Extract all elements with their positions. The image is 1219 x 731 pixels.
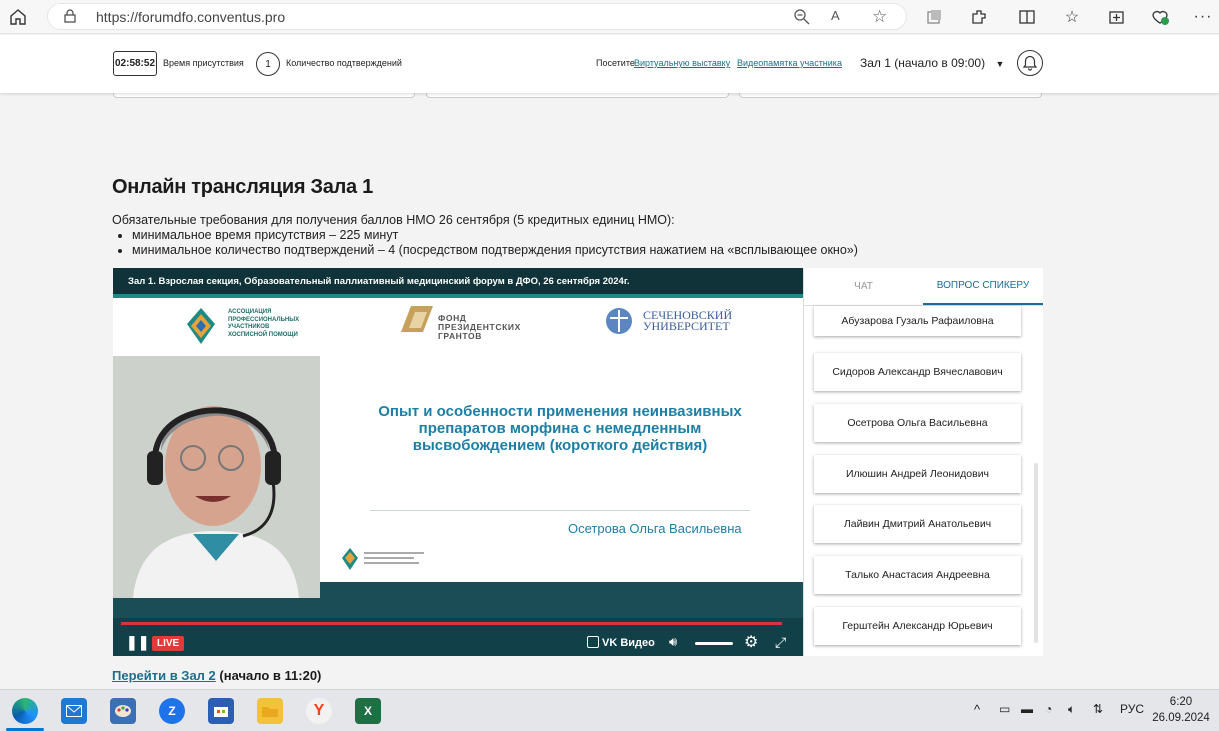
requirements-intro: Обязательные требования для получения ба… [112, 213, 675, 227]
extensions-icon[interactable] [967, 5, 991, 29]
hall2-note: (начало в 11:20) [215, 668, 322, 683]
zoom-app-icon[interactable]: Z [159, 698, 185, 724]
browser-toolbar: https://forumdfo.conventus.pro A ☆ ☆ ··· [0, 0, 1219, 34]
paint-icon[interactable] [110, 698, 136, 724]
yandex-browser-icon[interactable]: Y [306, 698, 332, 724]
clock-date: 26.09.2024 [1152, 712, 1210, 724]
progress-bar[interactable] [121, 622, 782, 625]
settings-gear-icon[interactable]: ⚙ [744, 632, 758, 652]
browser-health-icon[interactable] [1148, 5, 1172, 29]
volume-slider[interactable] [695, 642, 733, 645]
video-guide-link[interactable]: Видеопамятка участника [737, 58, 842, 68]
edge-browser-icon[interactable] [12, 698, 38, 724]
live-badge: LIVE [152, 636, 185, 651]
hall2-line: Перейти в Зал 2 (начало в 11:20) [112, 668, 321, 683]
speaker-item[interactable]: Герштейн Александр Юрьевич [814, 607, 1021, 645]
volume-icon[interactable]: 🔊︎ [669, 634, 677, 650]
meet-icon[interactable]: ▭ [999, 702, 1010, 716]
store-icon[interactable] [208, 698, 234, 724]
tab-collections-icon[interactable] [1105, 5, 1129, 29]
speaker-camera [113, 356, 320, 598]
visit-prefix: Посетите [596, 58, 635, 68]
mail-icon[interactable] [61, 698, 87, 724]
video-player[interactable]: Зал 1. Взрослая секция, Образовательный … [113, 268, 803, 656]
pause-icon[interactable]: ❚❚ [126, 634, 149, 651]
collections-icon[interactable] [922, 5, 946, 29]
webpage: 02:58:52 Время присутствия 1 Количество … [0, 35, 1219, 689]
language-indicator[interactable]: РУС [1120, 702, 1144, 716]
speaker-item[interactable]: Илюшин Андрей Леонидович [814, 455, 1021, 493]
requirements: Обязательные требования для получения ба… [112, 213, 858, 258]
hall2-link[interactable]: Перейти в Зал 2 [112, 668, 216, 683]
tab-speaker-question[interactable]: ВОПРОС СПИКЕРУ [923, 268, 1043, 305]
requirement-item: минимальное время присутствия – 225 мину… [132, 228, 858, 243]
association-logo-icon [187, 308, 215, 344]
speaker-item[interactable]: Осетрова Ольга Васильевна [814, 404, 1021, 442]
speaker-item[interactable]: Талько Анастасия Андреевна [814, 556, 1021, 594]
clock[interactable]: 6:20 26.09.2024 [1152, 694, 1210, 726]
confirm-label: Количество подтверждений [286, 58, 402, 68]
split-screen-icon[interactable] [1015, 5, 1039, 29]
network-status-icon[interactable]: ⇅ [1093, 702, 1103, 716]
read-aloud-icon[interactable]: A [831, 8, 840, 23]
favorite-star-icon[interactable]: ☆ [872, 7, 887, 27]
speaker-item[interactable]: Лайвин Дмитрий Анатольевич [814, 505, 1021, 543]
home-icon[interactable] [6, 5, 30, 29]
speaker-portrait [113, 356, 320, 598]
grants-logo-icon [401, 306, 433, 332]
bell-icon[interactable] [1017, 50, 1043, 76]
hall-select[interactable]: Зал 1 (начало в 09:00) ▼ [860, 56, 1004, 70]
association-logo-small-icon [342, 548, 424, 570]
slide-author: Осетрова Ольга Васильевна [568, 521, 742, 536]
logo-sechenov-text: СЕЧЕНОВСКИЙ УНИВЕРСИТЕТ [643, 308, 733, 333]
scrollbar[interactable] [1034, 463, 1038, 643]
volume-muted-icon[interactable]: 🔈︎ [1068, 702, 1075, 717]
hall-select-value: Зал 1 (начало в 09:00) [860, 56, 986, 70]
vk-video-label: VK Видео [602, 637, 655, 649]
more-menu-icon[interactable]: ··· [1191, 5, 1215, 29]
address-bar[interactable]: https://forumdfo.conventus.pro A ☆ [47, 3, 907, 30]
vk-video-logo[interactable]: VK Видео [587, 636, 655, 649]
vk-logo-icon [587, 636, 599, 648]
battery-icon[interactable]: ▬ [1021, 702, 1033, 716]
url-text[interactable]: https://forumdfo.conventus.pro [96, 9, 285, 25]
chevron-down-icon: ▼ [995, 59, 1005, 69]
taskbar: Z Y X ^ ▭ ▬ ◔ 🔈︎ ⇅ РУС 6:20 26.09.2024 [0, 689, 1219, 731]
video-title: Зал 1. Взрослая секция, Образовательный … [113, 268, 803, 294]
lock-icon[interactable] [64, 9, 76, 28]
tab-chat[interactable]: ЧАТ [804, 268, 923, 305]
clock-time: 6:20 [1169, 696, 1193, 708]
logo-grants-text: ФОНД ПРЕЗИДЕНТСКИХ ГРАНТОВ [438, 313, 521, 341]
zoom-out-icon[interactable] [793, 8, 811, 31]
excel-icon[interactable]: X [355, 698, 381, 724]
requirement-item: минимальное количество подтверждений – 4… [132, 243, 858, 258]
wifi-icon[interactable]: ◔ [1045, 702, 1052, 716]
speaker-item[interactable]: Сидоров Александр Вячеславович [814, 353, 1021, 391]
presentation-slide: Опыт и особенности применения неинвазивн… [320, 356, 803, 582]
logo-association-text: АССОЦИАЦИЯ ПРОФЕССИОНАЛЬНЫХ УЧАСТНИКОВ Х… [228, 309, 300, 338]
confirm-count: 1 [256, 52, 280, 76]
sechenov-logo-icon [606, 308, 632, 334]
chevron-up-icon[interactable]: ^ [974, 702, 980, 717]
presence-label: Время присутствия [163, 58, 244, 68]
page-title: Онлайн трансляция Зала 1 [112, 176, 373, 198]
slide-title: Опыт и особенности применения неинвазивн… [378, 403, 742, 454]
logos-strip: АССОЦИАЦИЯ ПРОФЕССИОНАЛЬНЫХ УЧАСТНИКОВ Х… [113, 294, 803, 356]
presence-timer: 02:58:52 [113, 51, 157, 76]
fullscreen-icon[interactable]: ⤢ [775, 634, 786, 651]
speaker-item[interactable]: Абузарова Гузаль Рафаиловна [814, 306, 1021, 336]
page-header: 02:58:52 Время присутствия 1 Количество … [0, 35, 1219, 93]
favorites-icon[interactable]: ☆ [1060, 5, 1084, 29]
side-panel: ЧАТ ВОПРОС СПИКЕРУ Абузарова Гузаль Рафа… [803, 268, 1043, 656]
slide-divider [370, 510, 750, 511]
folder-icon[interactable] [257, 698, 283, 724]
virtual-expo-link[interactable]: Виртуальную выставку [634, 58, 730, 68]
